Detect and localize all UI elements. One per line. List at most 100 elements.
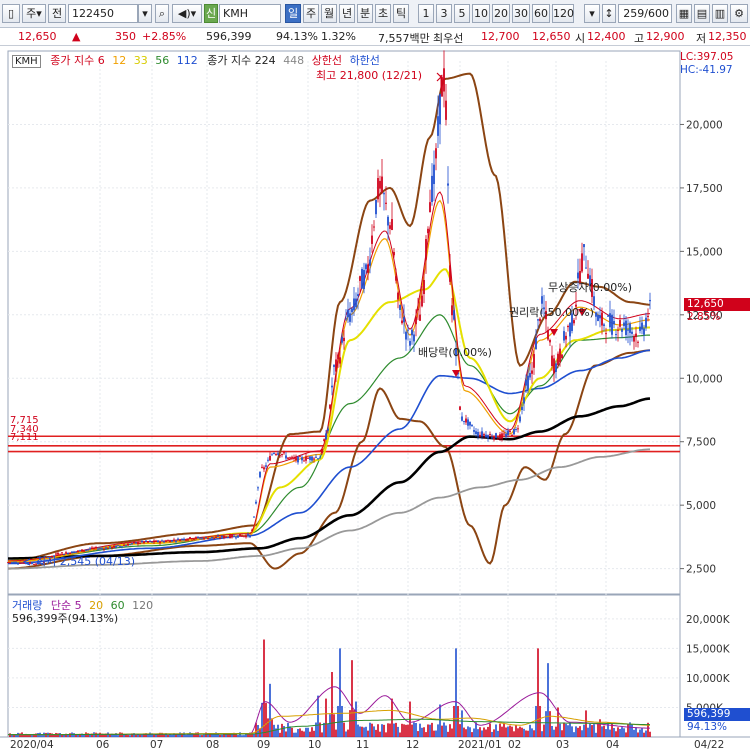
- candle-body: [117, 545, 119, 547]
- volume-bar: [567, 725, 569, 737]
- volume-bar: [277, 724, 279, 737]
- interval-button[interactable]: 1: [418, 4, 434, 23]
- volume-bar: [529, 724, 531, 737]
- tool-icon[interactable]: ▦: [676, 4, 692, 23]
- volume-bar: [219, 734, 221, 737]
- volume-bar: [57, 733, 59, 737]
- volume-bar: [539, 705, 541, 737]
- candle-body: [359, 276, 361, 281]
- volume-bar: [407, 724, 409, 737]
- turnover: 1.32%: [321, 30, 356, 43]
- volume-bar: [603, 725, 605, 737]
- interval-button[interactable]: 120: [552, 4, 574, 23]
- speaker-icon[interactable]: ◀)▾: [172, 4, 202, 23]
- x-axis-label: 07: [150, 739, 163, 750]
- price-tick-label: 2,500: [686, 564, 716, 576]
- candle-body: [89, 548, 91, 550]
- period-tab[interactable]: 월: [321, 4, 337, 23]
- volume-bar: [437, 724, 439, 737]
- candle-body: [471, 424, 473, 426]
- hc-value: HC:-41.97: [680, 64, 733, 76]
- volume-bar: [591, 725, 593, 737]
- candle-body: [165, 540, 167, 542]
- candle-body: [79, 550, 81, 552]
- prev-button[interactable]: 전: [48, 4, 66, 23]
- candle-body: [83, 550, 85, 552]
- spin-icon[interactable]: ↕: [602, 4, 616, 23]
- volume-bar: [571, 726, 573, 737]
- candle-body: [437, 116, 439, 136]
- candle-body: [257, 487, 259, 489]
- candle-body: [373, 226, 375, 228]
- count-field[interactable]: 259/600: [618, 4, 672, 23]
- period-tab[interactable]: 분: [357, 4, 373, 23]
- candle-body: [279, 455, 281, 457]
- volume-bar: [19, 733, 21, 737]
- stock-name-field[interactable]: KMH: [219, 4, 281, 23]
- code-input[interactable]: 122450: [68, 4, 138, 23]
- volume-bar: [401, 723, 403, 737]
- candle-body: [417, 308, 419, 310]
- candle-body: [179, 540, 181, 542]
- candle-body: [153, 540, 155, 543]
- volume-bar: [139, 734, 141, 737]
- volume-bar: [135, 734, 137, 737]
- interval-button[interactable]: 30: [512, 4, 530, 23]
- candle-body: [451, 305, 453, 316]
- x-axis-label: 03: [556, 739, 569, 750]
- volume-bar: [199, 735, 201, 737]
- market-select[interactable]: 주▾: [22, 4, 46, 23]
- price-chart[interactable]: 20,00017,50015,00012,50010,0007,5005,000…: [0, 47, 750, 750]
- search-icon[interactable]: ⌕: [155, 4, 169, 23]
- config-icon[interactable]: ⚙: [730, 4, 748, 23]
- candle-body: [583, 244, 585, 248]
- candle-body: [297, 456, 299, 463]
- candle-body: [119, 546, 121, 548]
- candle-body: [29, 562, 31, 564]
- candle-body: [415, 316, 417, 325]
- candle-body: [405, 331, 407, 340]
- volume-bar: [483, 727, 485, 737]
- candle-body: [259, 472, 261, 478]
- volume-bar: [505, 727, 507, 737]
- grid-icon[interactable]: ▤: [694, 4, 710, 23]
- candle-body: [445, 100, 447, 120]
- period-tab[interactable]: 틱: [393, 4, 409, 23]
- volume-bar: [561, 730, 563, 737]
- chevron-down-icon[interactable]: ▾: [584, 4, 600, 23]
- x-axis-label: 12: [406, 739, 419, 750]
- volume-bar: [453, 705, 455, 737]
- interval-button[interactable]: 20: [492, 4, 510, 23]
- candle-body: [521, 406, 523, 410]
- chevron-down-icon[interactable]: ▾: [138, 4, 152, 23]
- candle-body: [443, 68, 445, 92]
- x-axis-label: 11: [356, 739, 369, 750]
- volume-bar: [203, 734, 205, 737]
- table-icon[interactable]: ▥: [712, 4, 728, 23]
- volume-bar: [287, 722, 289, 737]
- candle-body: [253, 516, 255, 518]
- volume-bar: [293, 732, 295, 737]
- candle-body: [511, 434, 513, 436]
- volume-bar: [337, 705, 339, 737]
- volume-bar: [369, 722, 371, 737]
- interval-button[interactable]: 10: [472, 4, 490, 23]
- volume-bar: [279, 732, 281, 737]
- volume-bar: [317, 695, 319, 737]
- period-tab[interactable]: 초: [375, 4, 391, 23]
- volume-bar: [543, 724, 545, 737]
- volume-bar: [355, 701, 357, 737]
- interval-button[interactable]: 3: [436, 4, 452, 23]
- interval-button[interactable]: 60: [532, 4, 550, 23]
- candle-body: [221, 535, 223, 538]
- chart-area[interactable]: 20,000 17,500 15,000 12,500 10,000 7,500 5,000…: [0, 47, 750, 750]
- period-tab[interactable]: 년: [339, 4, 355, 23]
- volume-bar: [535, 705, 537, 737]
- period-tab[interactable]: 주: [303, 4, 319, 23]
- candle-body: [463, 420, 465, 422]
- x-axis-label: 02: [508, 739, 521, 750]
- interval-button[interactable]: 5: [454, 4, 470, 23]
- volume-bar: [345, 731, 347, 737]
- period-tab[interactable]: 일: [285, 4, 301, 23]
- window-icon[interactable]: ▯: [2, 4, 20, 23]
